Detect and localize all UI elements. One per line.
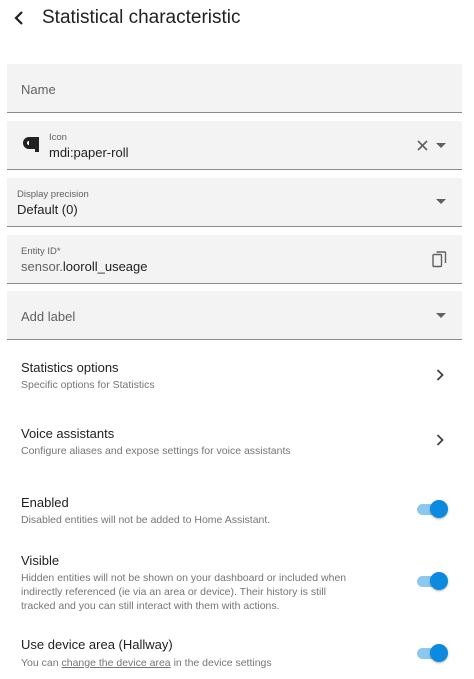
enabled-toggle[interactable]	[415, 500, 449, 518]
enabled-subtitle: Disabled entities will not be added to H…	[21, 514, 271, 526]
entity-id-text: looroll_useage	[62, 259, 148, 274]
name-field[interactable]: Name	[7, 64, 462, 113]
name-placeholder: Name	[21, 82, 56, 97]
precision-dropdown-caret-icon	[436, 199, 446, 204]
visible-subtitle-line3: tracked and you can still interact with …	[21, 600, 280, 612]
entity-id-field[interactable]: Entity ID* sensor.looroll_useage	[7, 235, 462, 284]
icon-dropdown-caret-icon[interactable]	[436, 143, 446, 148]
statistics-options-subtitle: Specific options for Statistics	[21, 379, 155, 391]
change-device-area-link[interactable]: change the device area	[61, 657, 170, 669]
visible-subtitle-line1: Hidden entities will not be shown on you…	[21, 572, 347, 584]
chevron-right-icon	[434, 433, 446, 447]
voice-assistants-subtitle: Configure aliases and expose settings fo…	[21, 445, 291, 457]
icon-value: mdi:paper-roll	[49, 145, 129, 160]
add-label-placeholder: Add label	[21, 309, 76, 324]
toggle-thumb	[430, 572, 448, 590]
toggle-thumb	[430, 500, 448, 518]
enabled-title: Enabled	[21, 495, 69, 510]
visible-toggle[interactable]	[415, 572, 449, 590]
voice-assistants-item[interactable]: Voice assistants Configure aliases and e…	[0, 419, 474, 469]
toggle-thumb	[430, 644, 448, 662]
copy-icon[interactable]	[431, 250, 447, 268]
entity-id-value: sensor.looroll_useage	[21, 259, 148, 274]
precision-value: Default (0)	[17, 202, 78, 217]
chevron-right-icon	[434, 368, 446, 382]
add-label-select[interactable]: Add label	[7, 291, 462, 340]
statistics-options-title: Statistics options	[21, 360, 119, 375]
display-precision-select[interactable]: Display precision Default (0)	[7, 178, 462, 227]
precision-label: Display precision	[17, 189, 89, 200]
clear-icon[interactable]	[415, 138, 429, 152]
voice-assistants-title: Voice assistants	[21, 426, 115, 441]
statistics-options-item[interactable]: Statistics options Specific options for …	[0, 352, 474, 402]
device-area-setting: Use device area (Hallway) You can change…	[0, 630, 474, 676]
entity-id-prefix: sensor.	[21, 259, 63, 274]
entity-id-label: Entity ID*	[21, 246, 61, 257]
device-area-subtitle-suffix: in the device settings	[170, 657, 272, 669]
page-title: Statistical characteristic	[42, 7, 241, 28]
icon-field[interactable]: Icon mdi:paper-roll	[7, 121, 462, 170]
icon-label: Icon	[49, 132, 67, 143]
paper-roll-icon	[22, 134, 42, 154]
top-app-bar: Statistical characteristic	[0, 0, 474, 40]
visible-subtitle-line2: indirectly referenced (ie via an area or…	[21, 586, 327, 598]
visible-setting: Visible Hidden entities will not be show…	[0, 546, 474, 616]
device-area-subtitle-prefix: You can	[21, 657, 62, 669]
device-area-toggle[interactable]	[415, 644, 449, 662]
device-area-title: Use device area (Hallway)	[21, 637, 173, 652]
enabled-setting: Enabled Disabled entities will not be ad…	[0, 488, 474, 536]
back-arrow-icon[interactable]	[9, 6, 29, 30]
label-dropdown-caret-icon	[436, 313, 446, 318]
visible-title: Visible	[21, 553, 60, 568]
device-area-subtitle: You can change the device area in the de…	[21, 656, 272, 670]
